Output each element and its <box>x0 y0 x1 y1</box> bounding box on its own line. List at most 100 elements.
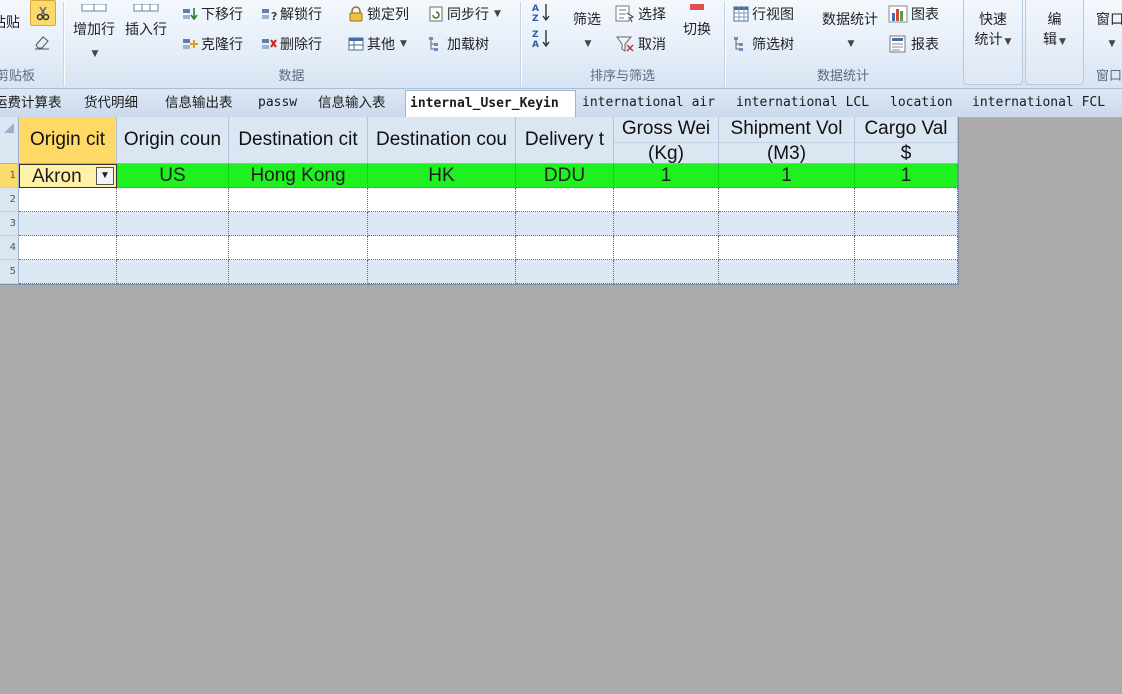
table-cell[interactable] <box>614 188 719 212</box>
table-cell[interactable] <box>117 212 229 236</box>
load-tree-button[interactable]: 加载树 <box>428 34 489 54</box>
table-cell[interactable]: 1 <box>719 164 855 188</box>
column-header-shipment-volume[interactable]: Shipment Vol <box>719 117 855 142</box>
table-cell[interactable] <box>855 236 958 260</box>
table-cell[interactable] <box>855 212 958 236</box>
toggle-button[interactable]: 切换 <box>677 0 717 40</box>
table-cell[interactable] <box>229 188 368 212</box>
row-header[interactable]: 5 <box>0 260 19 284</box>
table-cell[interactable] <box>719 188 855 212</box>
paste-button[interactable]: 粘贴 <box>0 12 20 32</box>
grid-corner[interactable] <box>0 117 19 164</box>
column-header-origin-country[interactable]: Origin coun <box>117 117 229 164</box>
table-cell[interactable] <box>229 260 368 284</box>
sort-ascending-button[interactable]: AZ <box>531 2 553 22</box>
table-cell[interactable] <box>719 236 855 260</box>
delete-row-button[interactable]: 删除行 <box>261 34 322 54</box>
table-cell[interactable] <box>368 188 516 212</box>
table-cell[interactable] <box>516 212 614 236</box>
column-header-gross-weight[interactable]: Gross Wei <box>614 117 719 142</box>
edit-text: 编 辑 ▼ <box>1026 10 1083 52</box>
table-cell[interactable] <box>368 260 516 284</box>
quick-stats-button[interactable]: 快速 统计 ▼ <box>963 0 1023 85</box>
add-row-button[interactable]: 增加行 ▼ <box>70 0 118 64</box>
table-cell[interactable] <box>368 212 516 236</box>
row-header[interactable]: 3 <box>0 212 19 236</box>
sheet-tab[interactable]: 货代明细 <box>80 92 142 114</box>
table-cell[interactable] <box>719 212 855 236</box>
unlock-row-button[interactable]: ? 解锁行 <box>261 4 322 24</box>
column-header-destination-country[interactable]: Destination cou <box>368 117 516 164</box>
sheet-tab[interactable]: international FCL <box>968 92 1109 114</box>
select-icon <box>615 5 635 23</box>
table-cell[interactable] <box>855 260 958 284</box>
sheet-tab[interactable]: location <box>886 92 957 114</box>
table-cell[interactable] <box>516 260 614 284</box>
table-cell[interactable]: DDU <box>516 164 614 188</box>
table-cell[interactable] <box>516 236 614 260</box>
row-header[interactable]: 2 <box>0 188 19 212</box>
table-cell[interactable] <box>117 236 229 260</box>
move-row-down-button[interactable]: 下移行 <box>182 4 243 24</box>
table-cell[interactable]: Hong Kong <box>229 164 368 188</box>
cut-button[interactable] <box>30 0 56 26</box>
chevron-down-icon: ▼ <box>91 49 99 59</box>
sheet-tab[interactable]: 信息输入表 <box>314 92 390 114</box>
clone-row-icon <box>183 39 198 49</box>
column-header-destination-city[interactable]: Destination cit <box>229 117 368 164</box>
sort-descending-button[interactable]: ZA <box>531 28 553 48</box>
data-stats-button[interactable]: 数据统计 ▼ <box>817 10 883 54</box>
table-cell[interactable]: HK <box>368 164 516 188</box>
eraser-button[interactable] <box>33 34 51 50</box>
table-cell-active[interactable]: Akron ▼ <box>19 164 117 188</box>
table-cell[interactable]: 1 <box>855 164 958 188</box>
window-group: 窗口 ▼ 窗口 <box>1088 0 1122 88</box>
row-view-button[interactable]: 行视图 <box>733 4 794 24</box>
sheet-tab-active[interactable]: internal_User_Keyin <box>405 90 576 118</box>
dropdown-arrow-icon[interactable]: ▼ <box>96 167 114 185</box>
chevron-down-icon: ▼ <box>1059 37 1066 47</box>
table-cell[interactable] <box>516 188 614 212</box>
toggle-label: 切换 <box>683 22 711 38</box>
column-header-unit: (M3) <box>719 142 855 164</box>
sync-row-button[interactable]: 同步行 ▼ <box>428 4 501 24</box>
table-cell[interactable]: US <box>117 164 229 188</box>
sheet-tab[interactable]: 信息输出表 <box>161 92 237 114</box>
column-header-delivery-terms[interactable]: Delivery t <box>516 117 614 164</box>
table-cell[interactable] <box>19 212 117 236</box>
column-header-cargo-value[interactable]: Cargo Val <box>855 117 958 142</box>
sheet-tab[interactable]: passw <box>254 92 301 114</box>
row-header[interactable]: 4 <box>0 236 19 260</box>
sheet-tab[interactable]: international air <box>578 92 719 114</box>
table-cell[interactable] <box>614 212 719 236</box>
table-cell[interactable] <box>117 260 229 284</box>
cancel-button[interactable]: 取消 <box>615 34 666 54</box>
table-cell[interactable] <box>855 188 958 212</box>
table-cell[interactable] <box>229 212 368 236</box>
table-cell[interactable] <box>229 236 368 260</box>
row-header[interactable]: 1 <box>0 164 19 188</box>
sheet-tab[interactable]: 运费计算表 <box>0 92 66 114</box>
report-button[interactable]: 报表 <box>888 34 939 54</box>
table-cell[interactable] <box>19 188 117 212</box>
select-button[interactable]: 选择 <box>615 4 666 24</box>
filter-tree-button[interactable]: 筛选树 <box>733 34 794 54</box>
clone-row-button[interactable]: 克隆行 <box>182 34 243 54</box>
table-cell[interactable] <box>614 236 719 260</box>
table-cell[interactable] <box>19 260 117 284</box>
filter-button[interactable]: 筛选 ▼ <box>567 10 607 54</box>
column-header-origin-city[interactable]: Origin cit <box>19 117 117 164</box>
table-cell[interactable] <box>19 236 117 260</box>
chart-button[interactable]: 图表 <box>888 4 939 24</box>
table-cell[interactable] <box>719 260 855 284</box>
table-cell[interactable] <box>614 260 719 284</box>
table-cell[interactable] <box>368 236 516 260</box>
sheet-tab[interactable]: international LCL <box>732 92 873 114</box>
insert-row-button[interactable]: 插入行 <box>122 0 170 40</box>
other-button[interactable]: 其他 ▼ <box>348 34 407 54</box>
table-cell[interactable] <box>117 188 229 212</box>
window-button[interactable]: 窗口 ▼ <box>1096 10 1122 54</box>
lock-column-button[interactable]: 锁定列 <box>348 4 409 24</box>
table-cell[interactable]: 1 <box>614 164 719 188</box>
edit-button[interactable]: 编 辑 ▼ <box>1025 0 1084 85</box>
